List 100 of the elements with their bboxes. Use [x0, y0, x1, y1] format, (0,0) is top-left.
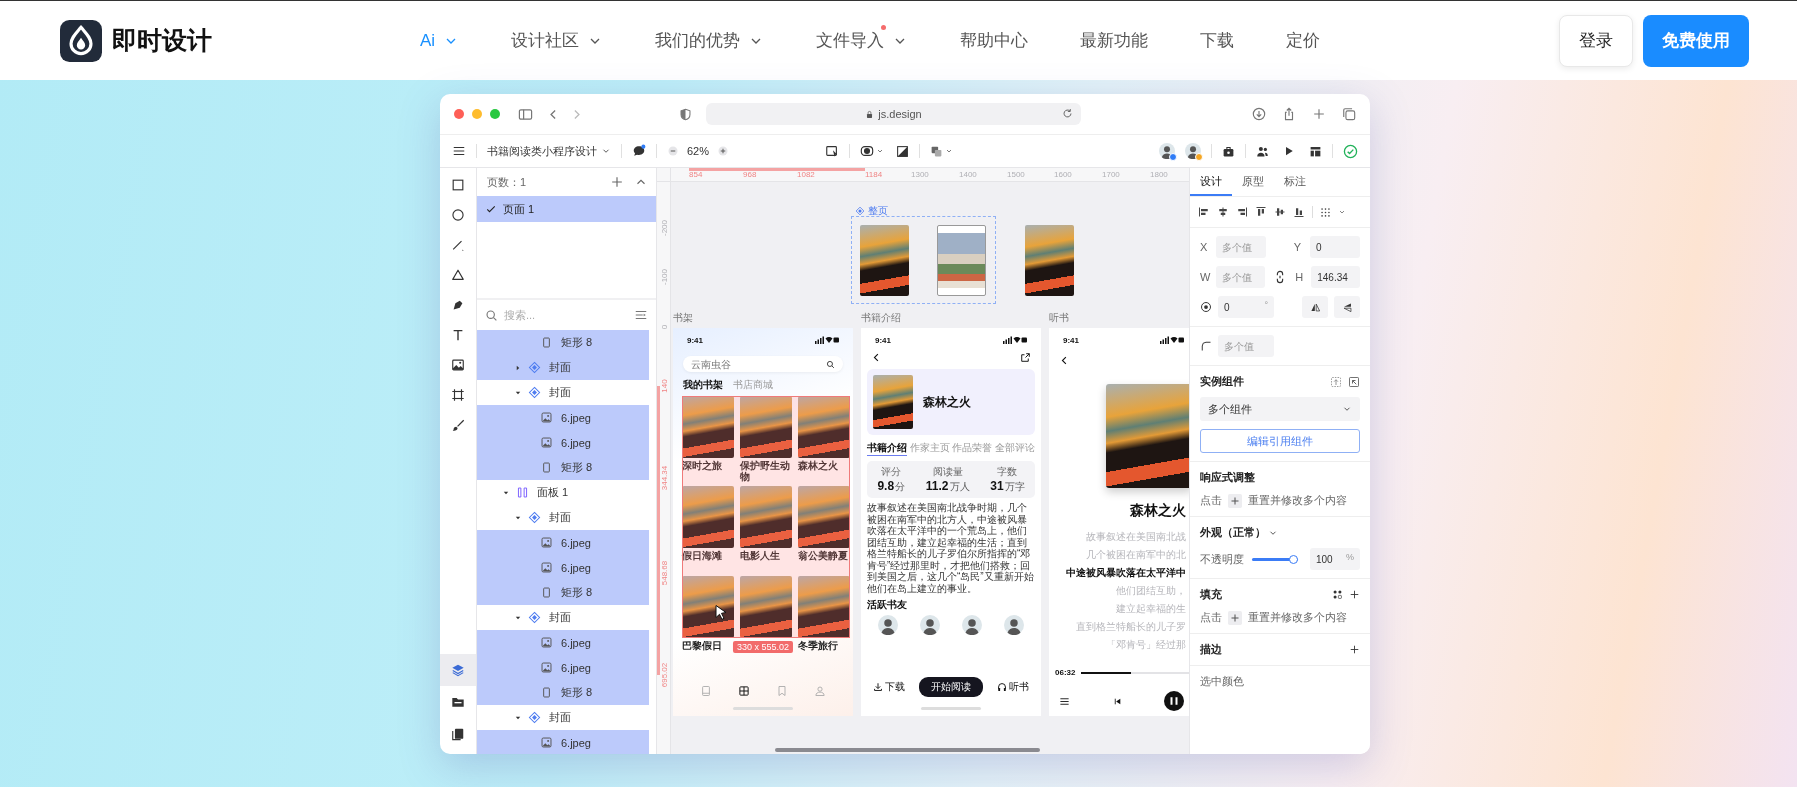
- listen-link[interactable]: 听书: [1009, 680, 1029, 694]
- layer-item[interactable]: 6.jpeg: [477, 430, 649, 455]
- ellipse-tool-icon[interactable]: [451, 208, 465, 222]
- layer-item[interactable]: 封面: [477, 705, 649, 730]
- zoom-in-icon[interactable]: [717, 145, 730, 157]
- layers-tab[interactable]: [440, 654, 476, 686]
- brush-tool-icon[interactable]: [451, 418, 465, 432]
- go-to-main-icon[interactable]: [1330, 375, 1342, 388]
- search-field[interactable]: 搜索...: [504, 309, 628, 321]
- boolean-icon[interactable]: [930, 144, 944, 158]
- layer-item[interactable]: 6.jpeg: [477, 555, 649, 580]
- add-icon[interactable]: [1349, 589, 1360, 600]
- layer-item[interactable]: 6.jpeg: [477, 530, 649, 555]
- field-label: H: [1295, 271, 1305, 283]
- flip-horizontal-button[interactable]: [1302, 296, 1328, 318]
- previous-icon[interactable]: [1112, 696, 1122, 706]
- rectangle-tool-icon[interactable]: [451, 178, 465, 192]
- layer-item[interactable]: 矩形 8: [477, 580, 649, 605]
- pause-icon[interactable]: [1164, 691, 1184, 711]
- file-name-menu[interactable]: 书籍阅读类小程序设计: [487, 143, 611, 159]
- comment-icon[interactable]: [632, 144, 646, 158]
- line-tool-icon[interactable]: [451, 238, 465, 252]
- chevron-down-icon: [1338, 208, 1346, 216]
- layer-item[interactable]: 封面: [477, 505, 649, 530]
- pen-tool-icon[interactable]: [451, 298, 465, 312]
- mask-icon[interactable]: [860, 144, 875, 158]
- nav-link[interactable]: 定价: [1286, 29, 1321, 52]
- tab[interactable]: 原型: [1232, 168, 1274, 196]
- playlist-icon[interactable]: [1059, 695, 1070, 707]
- detach-icon[interactable]: [1348, 375, 1360, 388]
- tab[interactable]: 设计: [1190, 168, 1232, 196]
- component-select[interactable]: 多个组件: [1200, 397, 1360, 421]
- tab[interactable]: 书籍介绍: [867, 441, 907, 456]
- nav-link[interactable]: 下载: [1200, 29, 1235, 52]
- download-icon[interactable]: [1252, 107, 1266, 121]
- nav-link[interactable]: 我们的优势: [655, 29, 765, 52]
- style-icon[interactable]: [1332, 589, 1343, 600]
- text-tool-icon[interactable]: [451, 328, 465, 342]
- layer-item[interactable]: 面板 1: [477, 480, 649, 505]
- align-right-icon[interactable]: [1236, 206, 1248, 218]
- triangle-tool-icon[interactable]: [451, 268, 465, 282]
- tab[interactable]: 我的书架: [683, 378, 723, 392]
- radius-field[interactable]: 多个值: [1218, 335, 1274, 357]
- ruler-label: -200: [659, 220, 669, 236]
- align-middle-icon[interactable]: [1274, 206, 1286, 218]
- share-icon[interactable]: [1020, 352, 1031, 363]
- grid-icon[interactable]: [738, 685, 750, 697]
- close-button[interactable]: [454, 109, 464, 119]
- status-time: 9:41: [1063, 335, 1079, 345]
- layer-item[interactable]: 封面: [477, 380, 649, 405]
- crop-icon[interactable]: [896, 144, 910, 158]
- toolbox-icon[interactable]: [1222, 144, 1235, 158]
- align-center-icon[interactable]: [1217, 206, 1229, 218]
- align-bottom-icon[interactable]: [1293, 206, 1305, 218]
- tab[interactable]: 标注: [1274, 168, 1316, 196]
- layer-item[interactable]: 6.jpeg: [477, 630, 649, 655]
- layer-item[interactable]: 6.jpeg: [477, 655, 649, 680]
- layer-item[interactable]: 封面: [477, 605, 649, 630]
- search-field[interactable]: 云南虫谷: [683, 356, 843, 372]
- distribute-grid-icon[interactable]: [1320, 206, 1331, 218]
- filter-icon[interactable]: [634, 308, 648, 322]
- sidebar-icon[interactable]: [518, 106, 533, 122]
- nav-link[interactable]: 帮助中心: [960, 29, 1029, 52]
- nav-link[interactable]: 文件导入: [816, 29, 909, 52]
- nav-link[interactable]: 设计社区: [511, 29, 604, 52]
- book-cover: [740, 396, 792, 458]
- layer-item[interactable]: 矩形 8: [477, 330, 649, 355]
- flip-vertical-button[interactable]: [1334, 296, 1360, 318]
- play-icon[interactable]: [1283, 144, 1295, 157]
- frame-select-icon[interactable]: [825, 144, 840, 158]
- layer-item[interactable]: 矩形 8: [477, 455, 649, 480]
- layer-item[interactable]: 6.jpeg: [477, 405, 649, 430]
- align-top-icon[interactable]: [1255, 206, 1267, 218]
- opacity-slider[interactable]: [1252, 557, 1298, 561]
- number-field[interactable]: 多个值: [1216, 236, 1267, 258]
- number-field[interactable]: 0: [1310, 236, 1360, 258]
- login-button[interactable]: 登录: [1559, 14, 1633, 67]
- layer-item[interactable]: 6.jpeg: [477, 730, 649, 754]
- start-reading-button[interactable]: 开始阅读: [919, 677, 983, 697]
- ruler-label: 1400: [959, 170, 977, 179]
- page-item[interactable]: 页面 1: [477, 196, 656, 222]
- number-field[interactable]: 多个值: [1216, 266, 1266, 288]
- tabs-icon[interactable]: [1342, 107, 1356, 121]
- layer-item[interactable]: 矩形 8: [477, 680, 649, 705]
- address-bar[interactable]: js.design: [706, 103, 1081, 125]
- number-field[interactable]: 146.34: [1311, 266, 1360, 288]
- menu-icon[interactable]: [452, 144, 466, 158]
- slider-thumb[interactable]: [1289, 554, 1298, 564]
- add-icon[interactable]: [1349, 644, 1360, 655]
- image-tool-icon[interactable]: [451, 358, 465, 372]
- download-link[interactable]: 下载: [885, 680, 905, 694]
- people-icon[interactable]: [1256, 144, 1269, 158]
- check-circle-icon[interactable]: [1343, 143, 1358, 159]
- zoom-out-icon[interactable]: [667, 145, 679, 157]
- edit-component-button[interactable]: 编辑引用组件: [1200, 429, 1360, 453]
- align-left-icon[interactable]: [1198, 206, 1210, 218]
- layer-item[interactable]: 封面: [477, 355, 649, 380]
- nav-link[interactable]: 最新功能: [1080, 29, 1149, 52]
- layout-icon[interactable]: [1309, 144, 1322, 158]
- frame-tool-icon[interactable]: [451, 388, 465, 402]
